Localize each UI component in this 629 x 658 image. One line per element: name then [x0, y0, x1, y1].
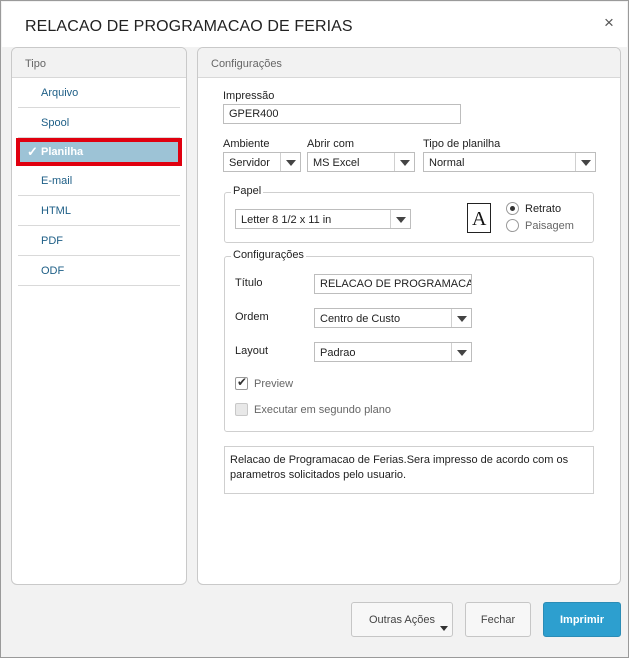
segundo-plano-checkbox[interactable] [235, 403, 248, 416]
tipo-planilha-select[interactable]: Normal [423, 152, 596, 172]
print-dialog: RELACAO DE PROGRAMACAO DE FERIAS × Tipo … [0, 0, 629, 658]
configuracoes-legend: Configurações [231, 249, 306, 261]
tipo-item-odf[interactable]: ODF [18, 256, 180, 286]
retrato-label: Retrato [525, 203, 562, 215]
tipo-item-label: Arquivo [41, 87, 79, 99]
layout-label: Layout [235, 345, 269, 357]
ambiente-label: Ambiente [223, 138, 270, 150]
tipo-item-label: HTML [41, 205, 71, 217]
tipo-planilha-value: Normal [429, 157, 465, 169]
tipo-item-planilha[interactable]: ✓ Planilha [16, 138, 182, 166]
ambiente-select[interactable]: Servidor [223, 152, 301, 172]
config-header: Configurações [198, 48, 620, 78]
layout-select[interactable]: Padrao [314, 342, 472, 362]
chevron-down-icon [280, 153, 300, 171]
ordem-label: Ordem [235, 311, 269, 323]
outras-acoes-button[interactable]: Outras Ações [351, 602, 453, 637]
abrir-com-label: Abrir com [307, 138, 355, 150]
description-box: Relacao de Programacao de Ferias.Sera im… [224, 446, 594, 494]
preview-checkbox[interactable]: ✔ [235, 375, 248, 390]
tipo-item-html[interactable]: HTML [18, 196, 180, 226]
tipo-item-label: Spool [41, 117, 70, 129]
paper-size-value: Letter 8 1/2 x 11 in [241, 214, 332, 226]
impressao-field[interactable]: GPER400 [223, 104, 461, 124]
imprimir-label: Imprimir [559, 614, 604, 626]
tipo-list: Arquivo Spool ✓ Planilha E-mail HTML PDF… [12, 78, 186, 286]
caret-down-icon [440, 626, 448, 631]
layout-value: Padrao [320, 347, 356, 359]
tipo-panel: Tipo Arquivo Spool ✓ Planilha E-mail HTM… [11, 47, 187, 585]
tipo-item-email[interactable]: E-mail [18, 166, 180, 196]
page-orientation-letter: A [472, 208, 487, 230]
impressao-label: Impressão [223, 90, 275, 102]
tipo-planilha-label: Tipo de planilha [423, 138, 501, 150]
chevron-down-icon [575, 153, 595, 171]
fechar-label: Fechar [480, 614, 516, 626]
paisagem-radio[interactable] [506, 219, 519, 232]
chevron-down-icon [451, 309, 471, 327]
titulo-field[interactable]: RELACAO DE PROGRAMACAO [314, 274, 472, 294]
tipo-item-label: Planilha [41, 146, 84, 158]
title-bar: RELACAO DE PROGRAMACAO DE FERIAS × [2, 2, 627, 47]
configuracoes-group: Configurações Título RELACAO DE PROGRAMA… [224, 249, 594, 432]
preview-label: Preview [254, 378, 294, 390]
segundo-plano-label: Executar em segundo plano [254, 404, 391, 416]
check-icon: ✓ [27, 144, 38, 159]
tipo-item-label: PDF [41, 235, 63, 247]
imprimir-button[interactable]: Imprimir [543, 602, 621, 637]
tipo-item-pdf[interactable]: PDF [18, 226, 180, 256]
papel-legend: Papel [231, 185, 264, 197]
tipo-item-spool[interactable]: Spool [18, 108, 180, 138]
page-orientation-icon: A [467, 203, 491, 233]
chevron-down-icon [390, 210, 410, 228]
ordem-select[interactable]: Centro de Custo [314, 308, 472, 328]
chevron-down-icon [451, 343, 471, 361]
tipo-item-arquivo[interactable]: Arquivo [18, 78, 180, 108]
close-icon[interactable]: × [601, 14, 617, 31]
chevron-down-icon [394, 153, 414, 171]
outras-acoes-label: Outras Ações [368, 614, 436, 626]
ambiente-value: Servidor [229, 157, 270, 169]
tipo-header: Tipo [12, 48, 186, 78]
ordem-value: Centro de Custo [320, 313, 401, 325]
papel-group: Papel Letter 8 1/2 x 11 in A Retrato Pai… [224, 185, 594, 243]
abrir-com-select[interactable]: MS Excel [307, 152, 415, 172]
abrir-com-value: MS Excel [313, 157, 360, 169]
paper-size-select[interactable]: Letter 8 1/2 x 11 in [235, 209, 411, 229]
tipo-item-label: ODF [41, 265, 65, 277]
paisagem-label: Paisagem [525, 220, 574, 232]
check-icon: ✔ [237, 375, 248, 389]
dialog-title: RELACAO DE PROGRAMACAO DE FERIAS [25, 18, 353, 35]
tipo-item-label: E-mail [41, 175, 73, 187]
titulo-label: Título [235, 277, 263, 289]
fechar-button[interactable]: Fechar [465, 602, 531, 637]
config-panel: Configurações Impressão GPER400 Ambiente… [197, 47, 621, 585]
retrato-radio[interactable] [506, 202, 519, 215]
